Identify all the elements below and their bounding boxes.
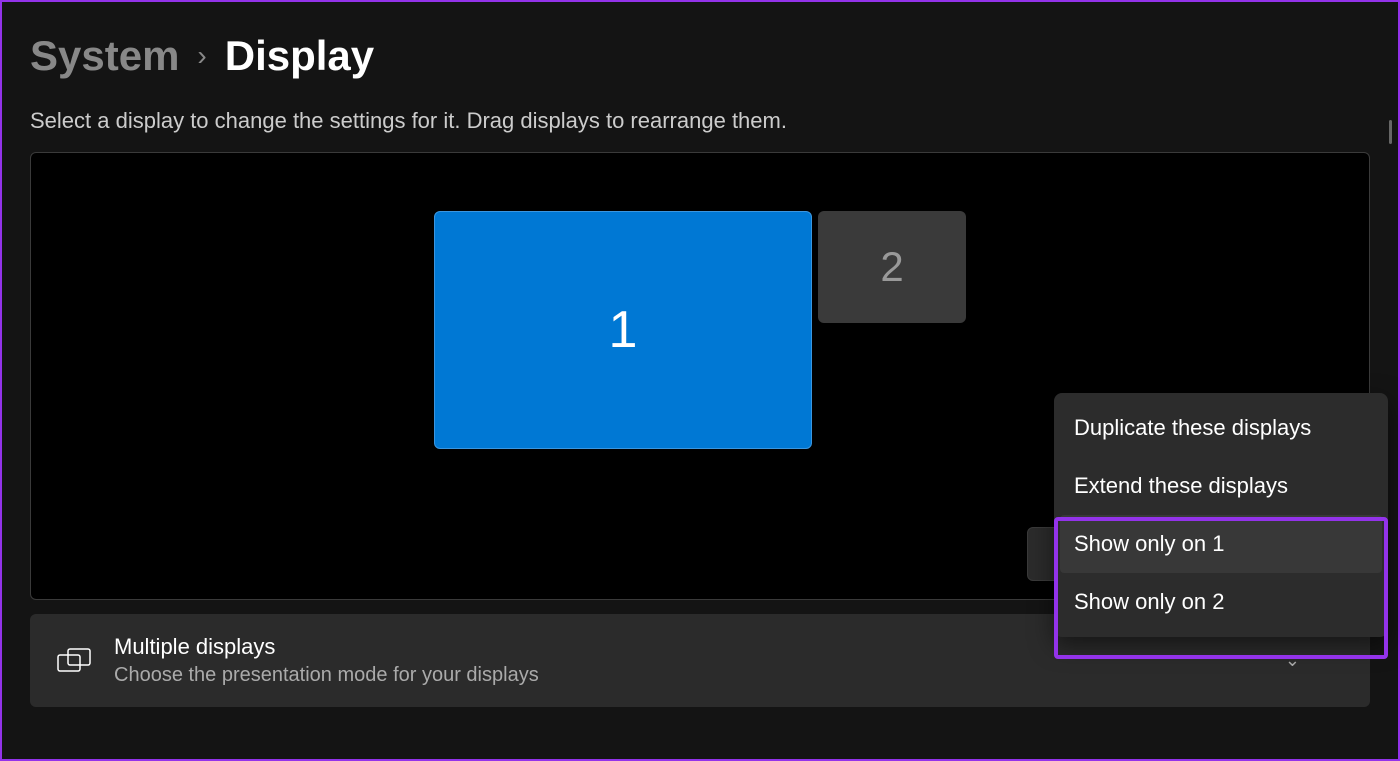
dropdown-item-show-only-1[interactable]: Show only on 1 bbox=[1060, 515, 1382, 573]
breadcrumb-parent[interactable]: System bbox=[30, 32, 179, 80]
breadcrumb-current: Display bbox=[225, 32, 374, 80]
chevron-down-icon: ⌄ bbox=[1285, 650, 1300, 671]
expander-title: Multiple displays bbox=[114, 634, 1263, 660]
display-monitor-1[interactable]: 1 bbox=[434, 211, 812, 449]
display-mode-dropdown: Duplicate these displays Extend these di… bbox=[1054, 393, 1388, 637]
instructions-text: Select a display to change the settings … bbox=[30, 108, 1370, 134]
chevron-right-icon: › bbox=[197, 40, 206, 72]
expander-subtitle: Choose the presentation mode for your di… bbox=[114, 664, 1263, 687]
dropdown-item-show-only-2[interactable]: Show only on 2 bbox=[1060, 573, 1382, 631]
dropdown-item-extend[interactable]: Extend these displays bbox=[1060, 457, 1382, 515]
displays-icon bbox=[56, 647, 92, 675]
breadcrumb: System › Display bbox=[30, 32, 1370, 80]
scrollbar[interactable] bbox=[1389, 120, 1392, 144]
dropdown-item-duplicate[interactable]: Duplicate these displays bbox=[1060, 399, 1382, 457]
display-monitor-2[interactable]: 2 bbox=[818, 211, 966, 323]
